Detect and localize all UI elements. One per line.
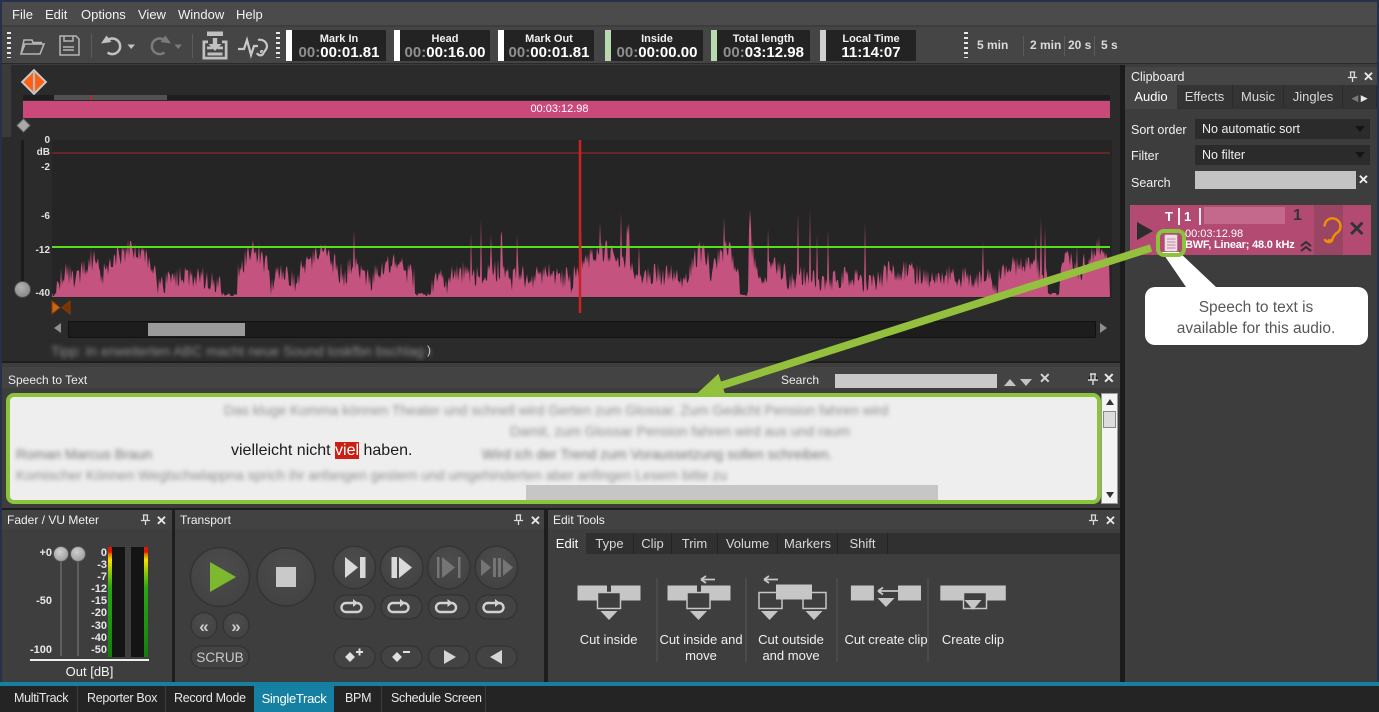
svg-text:Speech to text is: Speech to text is [1199,299,1314,316]
svg-text:available for this audio.: available for this audio. [1177,320,1336,337]
